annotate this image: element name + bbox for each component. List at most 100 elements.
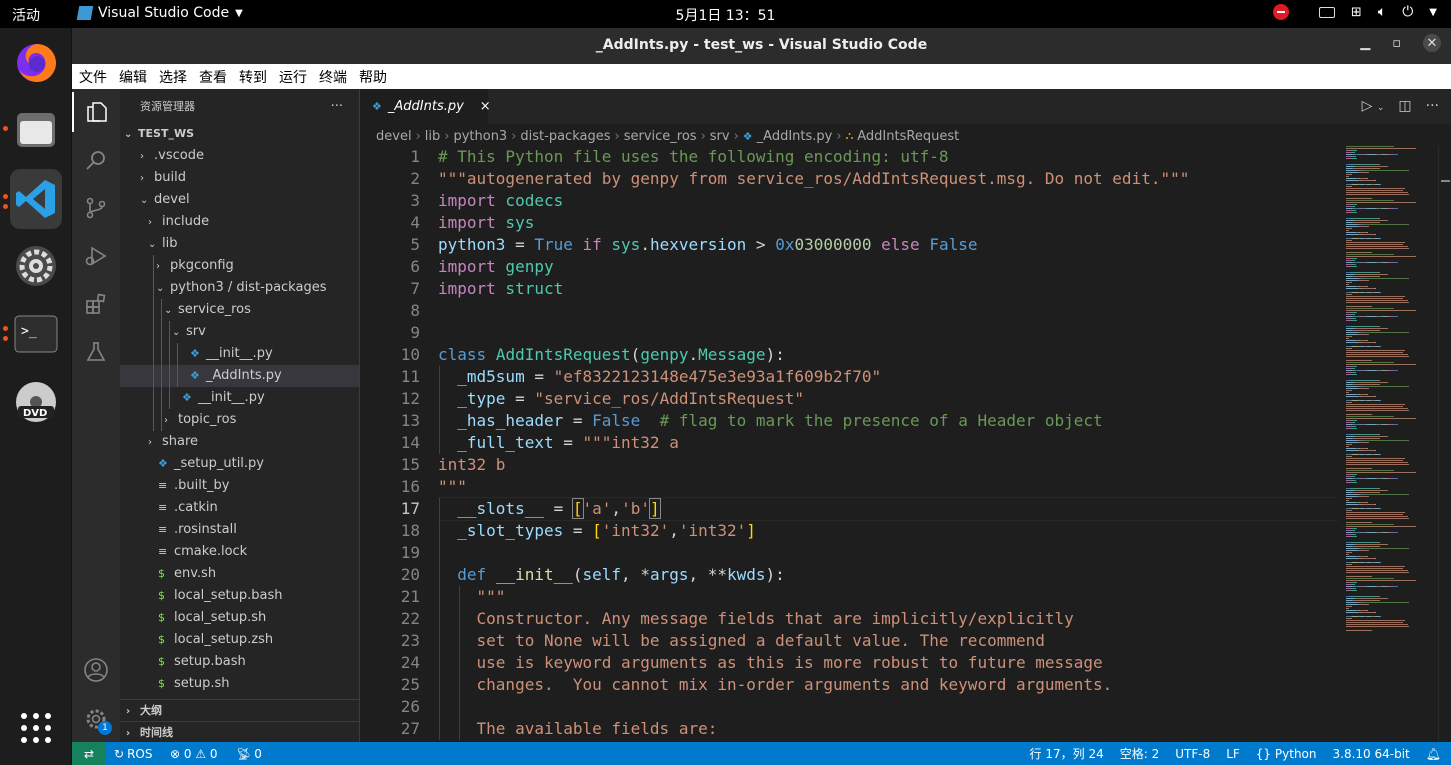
extensions-button[interactable]: [72, 284, 120, 324]
file-item[interactable]: $ local_setup.bash: [120, 585, 359, 607]
testing-button[interactable]: [72, 332, 120, 372]
breadcrumb-item[interactable]: lib: [425, 129, 440, 144]
explorer-button[interactable]: [72, 92, 120, 132]
file-item[interactable]: ❖ _setup_util.py: [120, 453, 359, 475]
file-item[interactable]: ❖ __init__.py: [120, 343, 359, 365]
file-item[interactable]: $ env.sh: [120, 563, 359, 585]
tab-addints[interactable]: ❖ _AddInts.py ×: [360, 89, 491, 124]
outline-section[interactable]: › 大纲: [120, 699, 359, 721]
code-line: """autogenerated by genpy from service_r…: [438, 168, 1338, 190]
file-item[interactable]: $ local_setup.zsh: [120, 629, 359, 651]
accounts-button[interactable]: [72, 650, 120, 690]
folder-item[interactable]: ⌄ service_ros: [120, 299, 359, 321]
breadcrumb-item[interactable]: _AddInts.py: [757, 129, 833, 144]
minimap-line: [1346, 444, 1352, 445]
folder-item[interactable]: › share: [120, 431, 359, 453]
python-file-icon: ❖: [182, 391, 192, 404]
folder-item[interactable]: › pkgconfig: [120, 255, 359, 277]
indentation[interactable]: 空格: 2: [1120, 745, 1160, 762]
editor-vertical-scrollbar[interactable]: [1438, 146, 1451, 742]
do-not-disturb-icon[interactable]: [1272, 4, 1289, 20]
maximize-button[interactable]: ▫: [1392, 36, 1401, 52]
close-tab-button[interactable]: ×: [480, 99, 491, 114]
close-window-button[interactable]: ✕: [1423, 34, 1441, 52]
network-icon[interactable]: ⊞: [1351, 5, 1362, 20]
code-token: __slots__: [438, 499, 544, 518]
menu-item[interactable]: 转到: [239, 67, 267, 87]
activities-button[interactable]: 活动: [12, 5, 40, 25]
menu-item[interactable]: 查看: [199, 67, 227, 87]
breadcrumb-item[interactable]: python3: [453, 129, 507, 144]
ports-status[interactable]: 📡︎ 0: [236, 742, 262, 765]
python-interpreter[interactable]: 3.8.10 64-bit: [1333, 747, 1410, 761]
software-updater-launcher[interactable]: [10, 240, 62, 292]
power-icon[interactable]: ⏻: [1402, 4, 1413, 20]
file-item[interactable]: ≡ .rosinstall: [120, 519, 359, 541]
menu-item[interactable]: 运行: [279, 67, 307, 87]
breadcrumb-item[interactable]: dist-packages: [520, 129, 610, 144]
folder-item[interactable]: › build: [120, 167, 359, 189]
code-editor[interactable]: # This Python file uses the following en…: [438, 146, 1338, 742]
minimap[interactable]: [1338, 146, 1438, 742]
file-item[interactable]: $ setup.bash: [120, 651, 359, 673]
breadcrumb-item[interactable]: srv: [710, 129, 730, 144]
file-item[interactable]: ❖ __init__.py: [120, 387, 359, 409]
file-item[interactable]: ❖ _AddInts.py: [120, 365, 359, 387]
notifications-bell-icon[interactable]: 🔔︎: [1426, 747, 1441, 761]
terminal-launcher[interactable]: >_: [10, 308, 62, 360]
minimize-button[interactable]: ▁: [1360, 36, 1370, 52]
folder-item[interactable]: ⌄ lib: [120, 233, 359, 255]
problems-status[interactable]: ⊗ 0 ⚠ 0: [170, 742, 218, 765]
folder-item[interactable]: ⌄ devel: [120, 189, 359, 211]
search-button[interactable]: [72, 140, 120, 180]
keyboard-icon[interactable]: [1318, 6, 1335, 18]
file-item[interactable]: $ setup.sh: [120, 673, 359, 695]
file-item[interactable]: $ local_setup.sh: [120, 607, 359, 629]
timeline-section[interactable]: › 时间线: [120, 721, 359, 743]
files-launcher[interactable]: [10, 104, 62, 156]
more-actions-button[interactable]: ···: [331, 99, 343, 114]
menu-item[interactable]: 终端: [319, 67, 347, 87]
manage-button[interactable]: 1: [72, 699, 120, 739]
menu-item[interactable]: 帮助: [359, 67, 387, 87]
folder-item[interactable]: ⌄ srv: [120, 321, 359, 343]
workspace-root[interactable]: ⌄ TEST_WS: [120, 123, 359, 145]
folder-item[interactable]: › include: [120, 211, 359, 233]
show-applications-button[interactable]: [10, 702, 62, 754]
vscode-launcher[interactable]: [10, 169, 62, 229]
minimap-line: [1351, 368, 1355, 369]
breadcrumb-item[interactable]: AddIntsRequest: [857, 129, 959, 144]
encoding[interactable]: UTF-8: [1175, 747, 1210, 761]
breadcrumb-item[interactable]: devel: [376, 129, 412, 144]
file-item[interactable]: ≡ cmake.lock: [120, 541, 359, 563]
line-number: 21: [400, 587, 420, 606]
editor-more-button[interactable]: ···: [1426, 98, 1439, 114]
menu-item[interactable]: 文件: [79, 67, 107, 87]
run-debug-button[interactable]: [72, 236, 120, 276]
end-of-line[interactable]: LF: [1226, 747, 1240, 761]
folder-item[interactable]: › topic_ros: [120, 409, 359, 431]
folder-item[interactable]: ⌄ python3 / dist-packages: [120, 277, 359, 299]
volume-icon[interactable]: 🔈︎: [1378, 4, 1386, 20]
split-editor-button[interactable]: ◫: [1398, 98, 1411, 114]
window-titlebar[interactable]: _AddInts.py - test_ws - Visual Studio Co…: [72, 28, 1451, 64]
file-item[interactable]: ≡ .catkin: [120, 497, 359, 519]
menu-item[interactable]: 选择: [159, 67, 187, 87]
chevron-down-icon[interactable]: ▼: [1429, 7, 1437, 18]
breadcrumb-item[interactable]: service_ros: [624, 129, 697, 144]
source-control-button[interactable]: [72, 188, 120, 228]
remote-indicator[interactable]: ⇄: [72, 742, 106, 765]
minimap-line: [1393, 154, 1398, 155]
menu-item[interactable]: 编辑: [119, 67, 147, 87]
ros-status[interactable]: ↻ ROS: [114, 742, 152, 765]
dvd-launcher[interactable]: DVD: [10, 376, 62, 428]
minimap-line: [1352, 326, 1365, 327]
file-item[interactable]: ≡ .built_by: [120, 475, 359, 497]
language-mode[interactable]: {} Python: [1256, 747, 1317, 761]
app-menu[interactable]: Visual Studio Code ▼: [76, 5, 243, 21]
cursor-position[interactable]: 行 17，列 24: [1030, 745, 1104, 762]
code-token: (: [572, 565, 583, 584]
firefox-launcher[interactable]: [10, 36, 62, 88]
run-file-button[interactable]: ▷ ⌄: [1362, 98, 1385, 114]
folder-item[interactable]: › .vscode: [120, 145, 359, 167]
